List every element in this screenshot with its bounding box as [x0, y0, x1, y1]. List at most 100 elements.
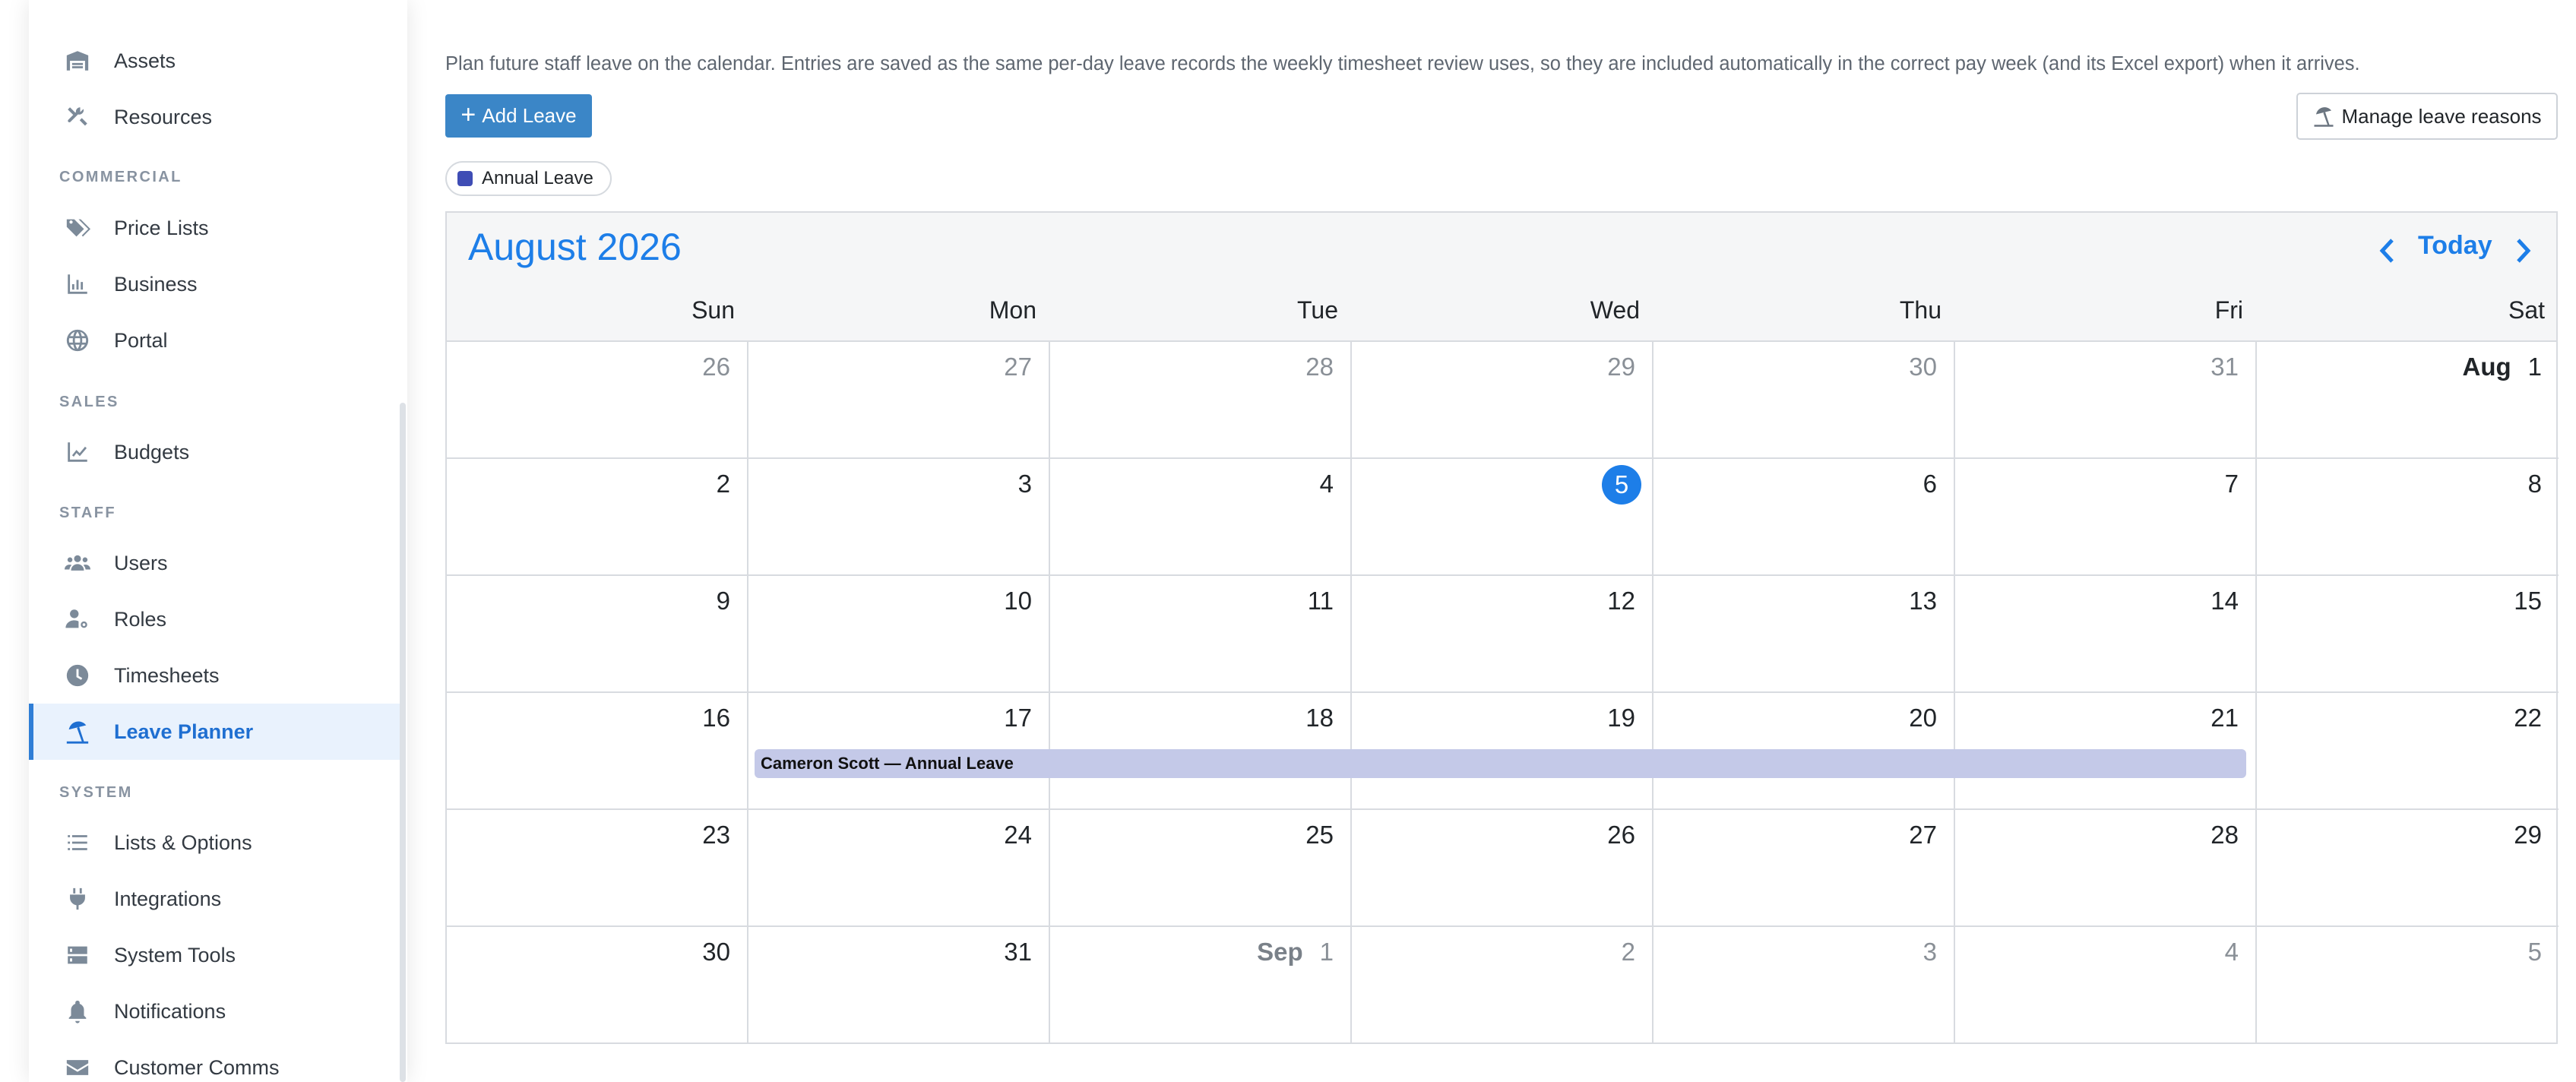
manage-leave-reasons-button[interactable]: Manage leave reasons [2296, 93, 2558, 140]
day-number: 3 [1923, 938, 1937, 967]
day-number: 18 [1305, 704, 1334, 732]
calendar-day[interactable]: 3 [748, 459, 1050, 576]
month-prefix: Sep [1257, 938, 1303, 966]
sidebar-item-users[interactable]: Users [29, 535, 400, 591]
day-number: 25 [1305, 821, 1334, 849]
calendar-day[interactable]: 9 [447, 576, 748, 693]
tools-icon [64, 103, 91, 131]
calendar-day[interactable]: 28 [1955, 810, 2257, 927]
day-number-text: 2 [716, 470, 730, 498]
weekday-header: Fri [2214, 296, 2243, 324]
section-staff: STAFF [59, 505, 116, 521]
day-number: 12 [1607, 587, 1635, 615]
sidebar-item-business[interactable]: Business [29, 256, 400, 312]
weekday-header: Sat [2508, 296, 2545, 324]
sidebar-item-label: Customer Comms [114, 1055, 280, 1079]
day-number: 22 [2514, 704, 2542, 732]
calendar-day[interactable]: 30 [1654, 342, 1955, 459]
day-number-text: 29 [1607, 353, 1635, 381]
sidebar-item-customer-comms[interactable]: Customer Comms [29, 1039, 400, 1082]
calendar-day[interactable]: 27 [1654, 810, 1955, 927]
day-number-text: 28 [1305, 353, 1334, 381]
calendar-day[interactable]: 22 [2257, 693, 2559, 810]
weekday-header: Thu [1899, 296, 1941, 324]
calendar-day[interactable]: 26 [1352, 810, 1654, 927]
calendar-day[interactable]: 8 [2257, 459, 2559, 576]
calendar: August 2026 Today Sun Mon Tue Wed Thu Fr… [445, 211, 2559, 1044]
calendar-day[interactable]: 7 [1955, 459, 2257, 576]
calendar-day-today[interactable]: 5 [1352, 459, 1654, 576]
calendar-day[interactable]: 10 [748, 576, 1050, 693]
sidebar-item-integrations[interactable]: Integrations [29, 871, 400, 927]
today-button[interactable]: Today [2418, 231, 2492, 261]
sidebar-item-timesheets[interactable]: Timesheets [29, 647, 400, 704]
sidebar-item-budgets[interactable]: Budgets [29, 424, 400, 480]
sidebar-item-system-tools[interactable]: System Tools [29, 927, 400, 983]
calendar-day[interactable]: 16 [447, 693, 748, 810]
calendar-day[interactable]: 13 [1654, 576, 1955, 693]
day-number: 2 [1622, 938, 1635, 967]
sidebar-item-leave-planner[interactable]: Leave Planner [29, 704, 400, 760]
calendar-day[interactable]: 15 [2257, 576, 2559, 693]
calendar-day[interactable]: 28 [1050, 342, 1352, 459]
calendar-day[interactable]: 3 [1654, 927, 1955, 1044]
sidebar-item-assets[interactable]: Assets [29, 33, 400, 89]
sidebar-item-label: Assets [114, 49, 176, 72]
calendar-day[interactable]: 11 [1050, 576, 1352, 693]
sidebar-item-label: Resources [114, 105, 213, 128]
sidebar-item-lists-options[interactable]: Lists & Options [29, 815, 400, 871]
calendar-day[interactable]: 14 [1955, 576, 2257, 693]
calendar-day[interactable]: 2 [447, 459, 748, 576]
day-number-text: 22 [2514, 704, 2542, 732]
calendar-day[interactable]: 4 [1050, 459, 1352, 576]
sidebar-item-label: Portal [114, 328, 168, 352]
sidebar-item-portal[interactable]: Portal [29, 312, 400, 369]
sidebar: Assets Resources COMMERCIAL Price Lists … [29, 0, 407, 1082]
calendar-day[interactable]: 4 [1955, 927, 2257, 1044]
sidebar-item-label: Leave Planner [114, 720, 254, 743]
calendar-day[interactable]: 29 [1352, 342, 1654, 459]
sidebar-item-label: Lists & Options [114, 830, 252, 854]
day-number-text: 5 [2527, 938, 2542, 966]
day-number: 8 [2528, 470, 2542, 498]
calendar-day[interactable]: 30 [447, 927, 748, 1044]
chevron-right-icon [2517, 239, 2531, 263]
sidebar-item-roles[interactable]: Roles [29, 591, 400, 647]
day-number: 9 [717, 587, 730, 615]
day-number: 4 [2225, 938, 2239, 967]
day-number-text: 26 [702, 353, 730, 381]
calendar-day[interactable]: 31 [1955, 342, 2257, 459]
calendar-day[interactable]: 25 [1050, 810, 1352, 927]
leave-event[interactable]: Cameron Scott — Annual Leave [755, 749, 2246, 778]
calendar-day[interactable]: 29 [2257, 810, 2559, 927]
day-number: 24 [1004, 821, 1032, 849]
legend-annual-leave[interactable]: Annual Leave [445, 161, 612, 196]
calendar-day[interactable]: 24 [748, 810, 1050, 927]
calendar-day[interactable]: 27 [748, 342, 1050, 459]
sidebar-item-resources[interactable]: Resources [29, 89, 400, 145]
day-number-text: 28 [2210, 821, 2239, 849]
day-number-text: 2 [1621, 938, 1635, 966]
day-number: 29 [1607, 353, 1635, 381]
sidebar-scrollbar[interactable] [400, 403, 406, 1082]
day-number-text: 1 [1319, 938, 1334, 966]
day-number: 11 [1308, 587, 1334, 615]
calendar-title: August 2026 [468, 226, 682, 268]
prev-month-button[interactable] [2369, 228, 2404, 274]
sidebar-item-price-lists[interactable]: Price Lists [29, 200, 400, 256]
calendar-day[interactable]: 23 [447, 810, 748, 927]
calendar-day[interactable]: 5 [2257, 927, 2559, 1044]
calendar-day[interactable]: Sep 1 [1050, 927, 1352, 1044]
day-number-text: 4 [1319, 470, 1334, 498]
calendar-day[interactable]: 26 [447, 342, 748, 459]
calendar-day[interactable]: 2 [1352, 927, 1654, 1044]
add-leave-button[interactable]: + Add Leave [445, 94, 592, 138]
calendar-day[interactable]: 31 [748, 927, 1050, 1044]
next-month-button[interactable] [2506, 228, 2541, 274]
calendar-day[interactable]: 6 [1654, 459, 1955, 576]
calendar-day[interactable]: Aug 1 [2257, 342, 2559, 459]
day-number-text: 30 [1909, 353, 1937, 381]
calendar-day[interactable]: 12 [1352, 576, 1654, 693]
sidebar-item-notifications[interactable]: Notifications [29, 983, 400, 1039]
sidebar-item-label: Roles [114, 607, 167, 631]
